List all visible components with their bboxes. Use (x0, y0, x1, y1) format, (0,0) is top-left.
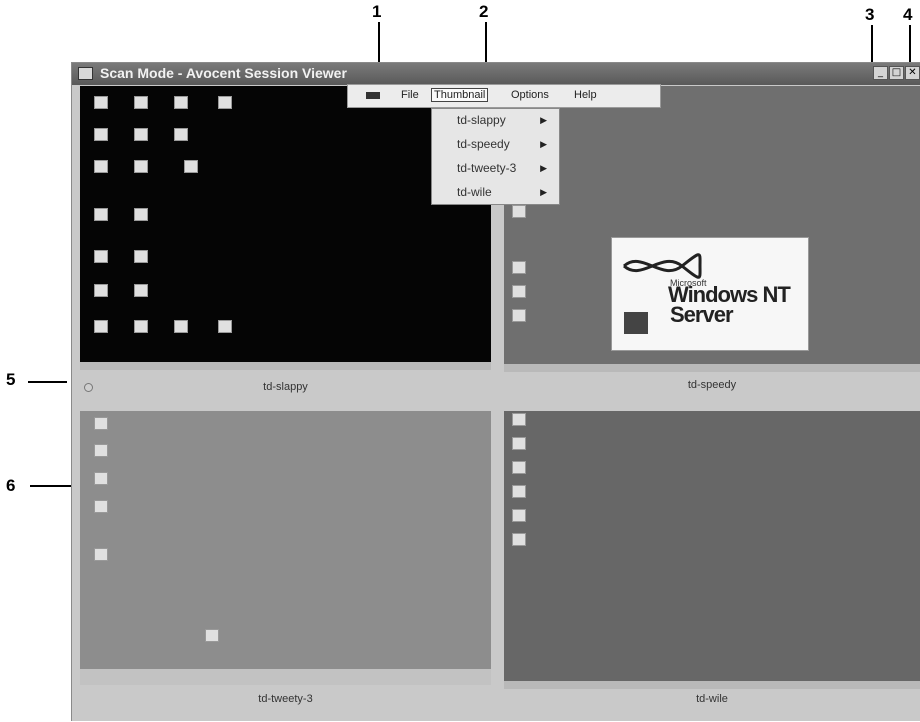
desktop-icon (94, 128, 108, 141)
callout-6: 6 (6, 476, 16, 495)
menu-item-td-speedy[interactable]: td-speedy ▶ (432, 133, 559, 157)
thumbnail-pane-td-wile[interactable] (504, 411, 920, 722)
close-button[interactable]: ✕ (905, 66, 920, 80)
title-bar[interactable]: Scan Mode - Avocent Session Viewer _ □ ✕ (72, 63, 920, 85)
desktop-icon (94, 284, 108, 297)
desktop-icon (512, 509, 526, 522)
submenu-arrow-icon: ▶ (540, 115, 547, 125)
app-icon (78, 67, 93, 80)
desktop-icon (174, 96, 188, 109)
desktop-icon (218, 320, 232, 333)
menu-help[interactable]: Help (574, 89, 597, 101)
desktop-icon (218, 96, 232, 109)
desktop-icon (512, 413, 526, 426)
desktop-icon (134, 320, 148, 333)
desktop-icon (94, 500, 108, 513)
thumbnail-screen-td-wile[interactable] (504, 411, 920, 681)
thumbnail-screen-td-tweety-3[interactable] (80, 411, 491, 669)
callout-1: 1 (372, 2, 382, 21)
desktop-icon (134, 208, 148, 221)
desktop-icon (94, 96, 108, 109)
window-title: Scan Mode - Avocent Session Viewer (100, 65, 347, 81)
desktop-icon (94, 417, 108, 430)
submenu-arrow-icon: ▶ (540, 163, 547, 173)
splash-edition: Server (670, 302, 734, 327)
desktop-icon (512, 485, 526, 498)
submenu-arrow-icon: ▶ (540, 139, 547, 149)
desktop-icon (134, 128, 148, 141)
taskbar (80, 362, 491, 370)
desktop-icon (512, 309, 526, 322)
menu-bar: File Thumbnail Options Help (347, 84, 661, 108)
taskbar (504, 681, 920, 689)
callout-3: 3 (865, 5, 875, 24)
desktop-icon (512, 437, 526, 450)
desktop-icon (134, 284, 148, 297)
taskbar (80, 669, 491, 685)
menu-item-td-tweety-3[interactable]: td-tweety-3 ▶ (432, 157, 559, 181)
menu-file[interactable]: File (401, 89, 419, 101)
thumbnail-label-td-slappy: td-slappy (263, 381, 308, 393)
desktop-icon (174, 320, 188, 333)
desktop-icon (94, 444, 108, 457)
thumbnail-dropdown-menu: td-slappy ▶ td-speedy ▶ td-tweety-3 ▶ td… (431, 108, 560, 205)
session-viewer-window: Scan Mode - Avocent Session Viewer _ □ ✕… (71, 62, 920, 721)
thumbnail-label-td-speedy: td-speedy (687, 379, 737, 391)
desktop-icon (512, 205, 526, 218)
thumbnail-pane-td-tweety-3[interactable] (80, 411, 491, 720)
windows-nt-splash-window: Microsoft Windows NT Server (611, 237, 809, 351)
menu-thumbnail[interactable]: Thumbnail (431, 88, 489, 102)
desktop-icon (205, 629, 219, 642)
desktop-icon (94, 208, 108, 221)
menu-item-label: td-speedy (457, 137, 510, 151)
desktop-icon (134, 160, 148, 173)
desktop-icon (134, 96, 148, 109)
desktop-icon (94, 320, 108, 333)
menu-item-label: td-tweety-3 (457, 161, 517, 175)
desktop-icon (134, 250, 148, 263)
desktop-icon (512, 533, 526, 546)
desktop-icon (94, 250, 108, 263)
callout-4: 4 (903, 5, 913, 24)
thumbnail-label-td-wile: td-wile (696, 693, 728, 705)
pin-icon[interactable] (366, 92, 380, 99)
callout-2: 2 (479, 2, 489, 21)
leader-line-5 (28, 381, 67, 383)
maximize-button[interactable]: □ (889, 66, 904, 80)
desktop-icon (94, 160, 108, 173)
desktop-icon (94, 548, 108, 561)
minimize-button[interactable]: _ (873, 66, 888, 80)
desktop-icon (512, 461, 526, 474)
thumbnail-label-td-tweety-3: td-tweety-3 (258, 693, 313, 705)
callout-5: 5 (6, 370, 16, 389)
menu-item-td-wile[interactable]: td-wile ▶ (432, 181, 559, 205)
desktop-icon (174, 128, 188, 141)
desktop-icon (94, 472, 108, 485)
menu-options[interactable]: Options (511, 89, 549, 101)
submenu-arrow-icon: ▶ (540, 187, 547, 197)
desktop-icon (512, 285, 526, 298)
menu-item-label: td-slappy (457, 113, 506, 127)
taskbar (504, 364, 920, 372)
menu-item-label: td-wile (457, 185, 492, 199)
desktop-icon (184, 160, 198, 173)
splash-badge-icon (624, 312, 648, 334)
menu-item-td-slappy[interactable]: td-slappy ▶ (432, 109, 559, 133)
desktop-icon (512, 261, 526, 274)
